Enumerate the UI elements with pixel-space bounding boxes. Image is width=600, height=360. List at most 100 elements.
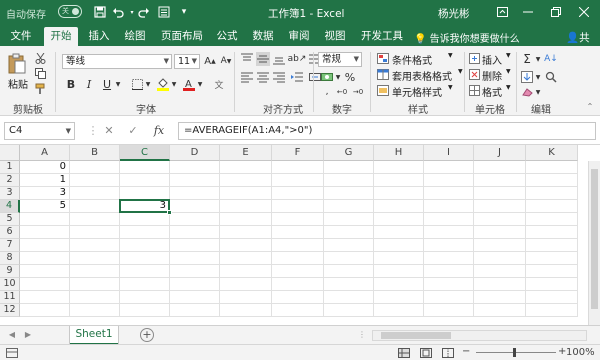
find-select-icon[interactable] bbox=[544, 70, 558, 84]
cell-j3[interactable] bbox=[474, 187, 526, 200]
format-cells-icon[interactable] bbox=[468, 84, 480, 96]
cell-d7[interactable] bbox=[170, 239, 220, 252]
cell-h6[interactable] bbox=[374, 226, 424, 239]
select-all-corner[interactable] bbox=[0, 145, 20, 161]
cell-g11[interactable] bbox=[324, 291, 374, 304]
formula-input[interactable]: =AVERAGEIF(A1:A4,">0") bbox=[178, 122, 596, 140]
cell-b7[interactable] bbox=[70, 239, 120, 252]
cell-k2[interactable] bbox=[526, 174, 578, 187]
cell-h3[interactable] bbox=[374, 187, 424, 200]
zoom-out-icon[interactable]: − bbox=[462, 347, 474, 358]
cell-c12[interactable] bbox=[120, 304, 170, 317]
cell-e1[interactable] bbox=[220, 161, 272, 174]
cell-h4[interactable] bbox=[374, 200, 424, 213]
delete-cells-button[interactable]: 删除 bbox=[482, 68, 502, 83]
cell-g5[interactable] bbox=[324, 213, 374, 226]
font-size-select[interactable]: 11 ▼ bbox=[174, 54, 200, 69]
cell-b3[interactable] bbox=[70, 187, 120, 200]
row-header-12[interactable]: 12 bbox=[0, 304, 20, 317]
cell-a10[interactable] bbox=[20, 278, 70, 291]
cell-b1[interactable] bbox=[70, 161, 120, 174]
ribbon-display-icon[interactable] bbox=[492, 2, 512, 22]
sheet-tab[interactable]: Sheet1 bbox=[70, 326, 118, 345]
cell-j5[interactable] bbox=[474, 213, 526, 226]
font-color-icon[interactable]: A bbox=[182, 77, 196, 91]
increase-decimal-icon[interactable]: ←0 bbox=[334, 86, 350, 98]
fill-color-icon[interactable] bbox=[156, 77, 170, 91]
redo-icon[interactable] bbox=[136, 4, 152, 20]
chevron-down-icon[interactable]: ▼ bbox=[506, 84, 511, 91]
cell-d6[interactable] bbox=[170, 226, 220, 239]
cell-h7[interactable] bbox=[374, 239, 424, 252]
cell-i11[interactable] bbox=[424, 291, 474, 304]
indent-icon[interactable] bbox=[290, 70, 304, 84]
cell-c1[interactable] bbox=[120, 161, 170, 174]
cell-c8[interactable] bbox=[120, 252, 170, 265]
cell-b6[interactable] bbox=[70, 226, 120, 239]
horizontal-scrollbar[interactable] bbox=[372, 330, 587, 341]
chevron-down-icon[interactable]: ▼ bbox=[534, 86, 542, 98]
cell-f1[interactable] bbox=[272, 161, 324, 174]
column-header-e[interactable]: E bbox=[220, 145, 272, 161]
cell-e8[interactable] bbox=[220, 252, 272, 265]
prev-sheet-icon[interactable]: ◀ bbox=[6, 329, 18, 341]
cell-h2[interactable] bbox=[374, 174, 424, 187]
cell-styles-icon[interactable] bbox=[376, 84, 390, 96]
format-as-table-icon[interactable] bbox=[376, 68, 390, 80]
cell-i3[interactable] bbox=[424, 187, 474, 200]
cell-f6[interactable] bbox=[272, 226, 324, 239]
collapse-ribbon-icon[interactable]: ⌃ bbox=[584, 100, 596, 112]
minimize-icon[interactable] bbox=[518, 2, 538, 22]
save-icon[interactable] bbox=[92, 4, 108, 20]
cell-g12[interactable] bbox=[324, 304, 374, 317]
cell-e9[interactable] bbox=[220, 265, 272, 278]
cell-k5[interactable] bbox=[526, 213, 578, 226]
row-header-7[interactable]: 7 bbox=[0, 239, 20, 252]
scroll-thumb[interactable] bbox=[381, 332, 451, 339]
cancel-icon[interactable]: ✕ bbox=[100, 122, 118, 140]
copy-icon[interactable] bbox=[34, 67, 46, 79]
conditional-formatting-button[interactable]: 条件格式 bbox=[392, 52, 432, 67]
cell-d10[interactable] bbox=[170, 278, 220, 291]
accounting-icon[interactable] bbox=[320, 70, 334, 84]
decrease-decimal-icon[interactable]: →0 bbox=[350, 86, 366, 98]
tab-page-layout[interactable]: 页面布局 bbox=[158, 27, 206, 46]
column-header-c[interactable]: C bbox=[120, 145, 170, 161]
tab-review[interactable]: 审阅 bbox=[284, 27, 314, 46]
cell-c6[interactable] bbox=[120, 226, 170, 239]
conditional-formatting-icon[interactable] bbox=[376, 52, 390, 64]
cell-j12[interactable] bbox=[474, 304, 526, 317]
name-box[interactable]: C4 ▼ bbox=[4, 122, 75, 140]
cell-k3[interactable] bbox=[526, 187, 578, 200]
fill-handle[interactable] bbox=[167, 210, 172, 215]
column-header-h[interactable]: H bbox=[374, 145, 424, 161]
cell-k10[interactable] bbox=[526, 278, 578, 291]
zoom-slider-knob[interactable] bbox=[513, 348, 516, 357]
cell-a7[interactable] bbox=[20, 239, 70, 252]
cell-styles-button[interactable]: 单元格样式 bbox=[392, 84, 442, 99]
cell-b10[interactable] bbox=[70, 278, 120, 291]
cell-f10[interactable] bbox=[272, 278, 324, 291]
cell-e3[interactable] bbox=[220, 187, 272, 200]
format-painter-icon[interactable] bbox=[34, 82, 46, 94]
cell-a5[interactable] bbox=[20, 213, 70, 226]
percent-icon[interactable]: % bbox=[343, 70, 357, 84]
cell-e10[interactable] bbox=[220, 278, 272, 291]
cell-b2[interactable] bbox=[70, 174, 120, 187]
vertical-scrollbar[interactable] bbox=[588, 161, 600, 325]
normal-view-icon[interactable] bbox=[398, 348, 410, 358]
tab-file[interactable]: 文件 bbox=[6, 27, 36, 46]
row-header-4[interactable]: 4 bbox=[0, 200, 20, 213]
cell-j6[interactable] bbox=[474, 226, 526, 239]
row-header-5[interactable]: 5 bbox=[0, 213, 20, 226]
autosum-icon[interactable]: Σ bbox=[520, 52, 534, 66]
chevron-down-icon[interactable]: ▼ bbox=[448, 84, 453, 91]
cell-f5[interactable] bbox=[272, 213, 324, 226]
cell-g7[interactable] bbox=[324, 239, 374, 252]
column-header-j[interactable]: J bbox=[474, 145, 526, 161]
chevron-down-icon[interactable]: ▼ bbox=[534, 70, 542, 84]
cell-e11[interactable] bbox=[220, 291, 272, 304]
cell-g9[interactable] bbox=[324, 265, 374, 278]
cell-c7[interactable] bbox=[120, 239, 170, 252]
insert-function-icon[interactable]: fx bbox=[150, 122, 168, 140]
